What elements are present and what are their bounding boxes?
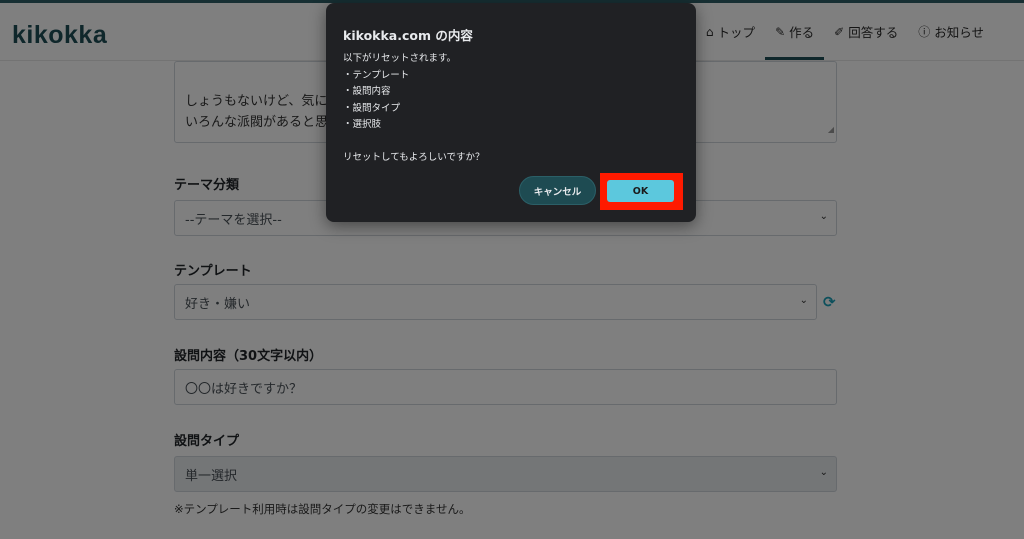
dialog-message-intro: 以下がリセットされます。 <box>343 53 457 64</box>
dialog-confirm-text: リセットしてもよろしいですか？ <box>343 152 485 163</box>
reset-item: ・設問タイプ <box>343 102 401 114</box>
reset-item: ・設問内容 <box>343 86 391 97</box>
dialog-message: 以下がリセットされます。 ・テンプレート ・設問内容 ・設問タイプ ・選択肢 <box>343 51 456 134</box>
dialog-title: kikokka.com の内容 <box>343 28 473 43</box>
confirm-dialog: kikokka.com の内容 以下がリセットされます。 ・テンプレート ・設問… <box>326 3 696 222</box>
cancel-button[interactable]: キャンセル <box>519 176 596 205</box>
reset-item: ・選択肢 <box>343 119 382 130</box>
ok-button[interactable]: OK <box>607 180 674 202</box>
reset-item: ・テンプレート <box>343 69 410 81</box>
